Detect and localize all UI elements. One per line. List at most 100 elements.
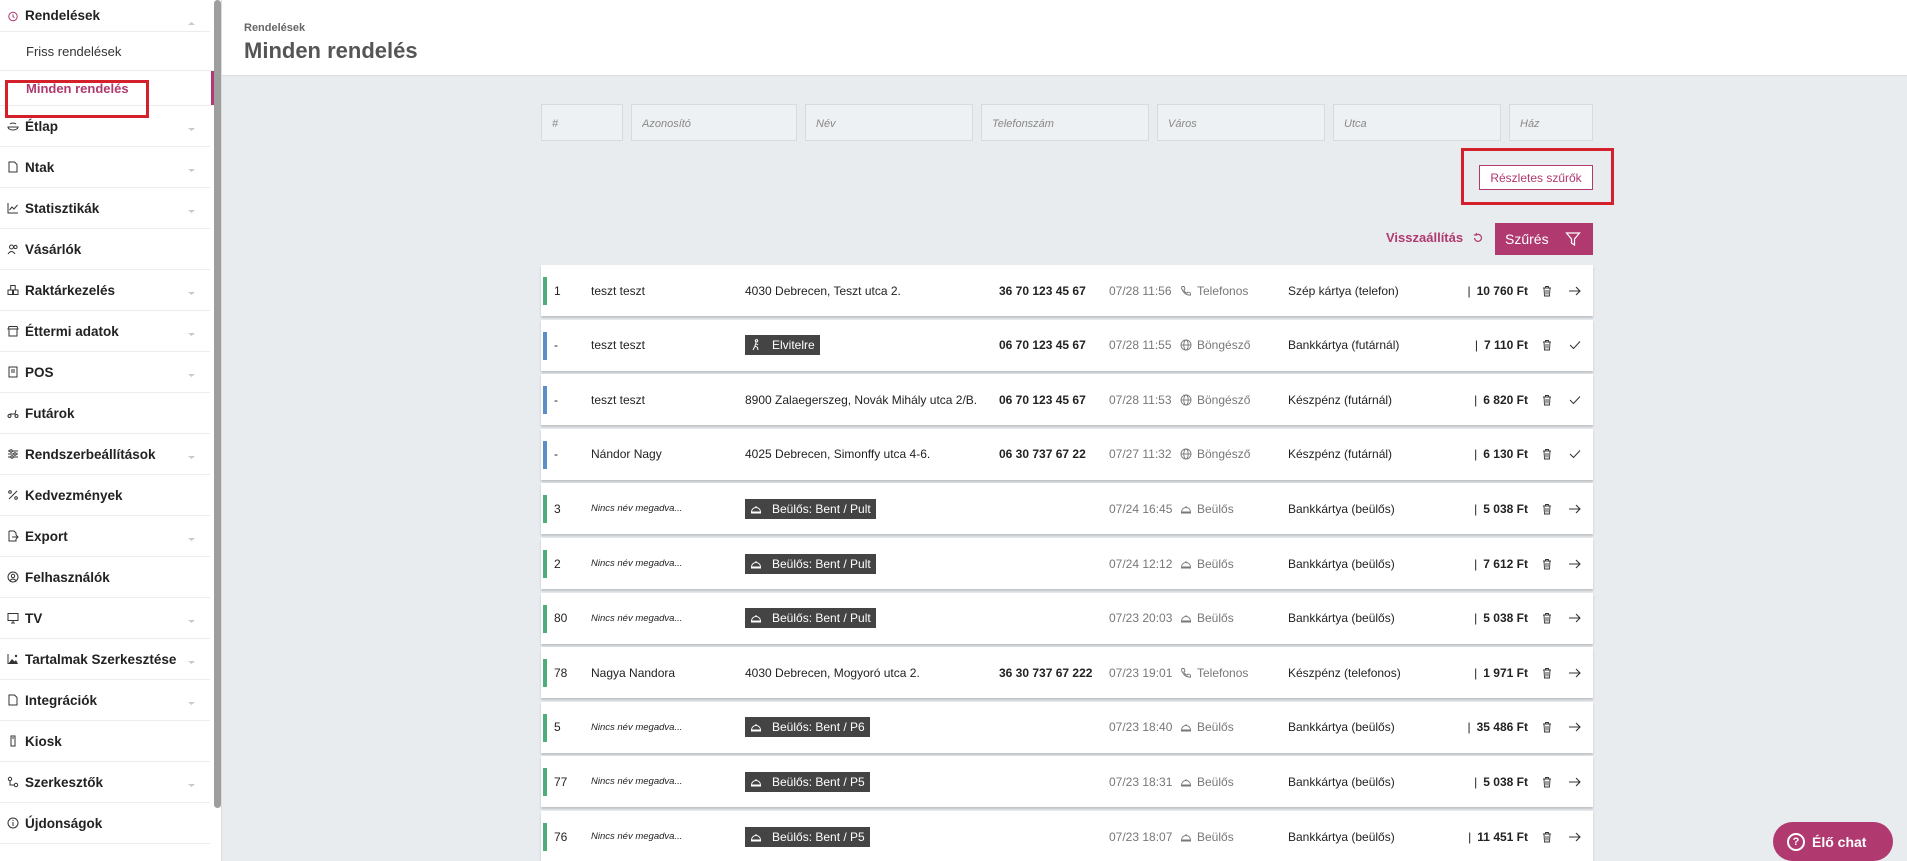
trash-icon[interactable] [1541,756,1553,807]
live-chat-button[interactable]: ? Élő chat [1773,822,1893,861]
order-row[interactable]: 78 Nagya Nandora 4030 Debrecen, Mogyoró ut… [541,647,1593,699]
cloche-icon [1180,558,1192,570]
trash-icon[interactable] [1541,811,1553,861]
order-row[interactable]: - Nándor Nagy 4025 Debrecen, Simonffy utca… [541,428,1593,480]
trash-icon[interactable] [1541,538,1553,589]
filter-input[interactable] [642,118,796,130]
order-price: | 6 130 Ft [1474,429,1528,480]
filter-field-5[interactable] [1333,104,1501,141]
order-customer-name: teszt teszt [591,392,646,407]
arrow-right-icon[interactable] [1568,483,1582,534]
filter-field-2[interactable] [805,104,973,141]
arrow-right-icon[interactable] [1568,702,1582,753]
trash-icon[interactable] [1541,593,1553,644]
arrow-right-icon[interactable] [1568,538,1582,589]
trash-icon[interactable] [1541,647,1553,698]
chevron-down-icon [187,285,196,295]
sidebar-item-11[interactable]: Export [0,516,210,557]
sidebar-item-10[interactable]: Kedvezmények [0,475,210,516]
trash-icon[interactable] [1541,320,1553,371]
trash-icon[interactable] [1541,265,1553,316]
order-time: 07/27 11:32 [1109,447,1172,462]
sidebar-item-4[interactable]: Vásárlók [0,229,210,270]
check-icon[interactable] [1568,429,1582,480]
order-type-tag: Elvitelre [745,335,820,356]
sidebar-subitem-0[interactable]: Friss rendelések [0,32,214,71]
sidebar-item-7[interactable]: POS [0,352,210,393]
sidebar-item-16[interactable]: Kiosk [0,721,210,762]
trash-icon[interactable] [1541,483,1553,534]
sidebar-scrollbar[interactable] [214,0,221,808]
order-row[interactable]: - teszt teszt 8900 Zalaegerszeg, Novák Mih… [541,374,1593,426]
order-price: | 7 612 Ft [1474,538,1528,589]
order-row[interactable]: 1 teszt teszt 4030 Debrecen, Teszt utca 2.… [541,265,1593,316]
filter-input[interactable] [552,118,622,130]
order-row[interactable]: 76 Nincs név megadva... Beülős: Bent / P5 0… [541,811,1593,861]
sidebar-item-14[interactable]: Tartalmak Szerkesztése [0,639,210,680]
check-icon[interactable] [1568,320,1582,371]
check-icon[interactable] [1568,374,1582,425]
sidebar-item-13[interactable]: TV [0,598,210,639]
order-address: 4030 Debrecen, Teszt utca 2. [745,283,901,298]
cloche-icon [750,721,767,733]
image-icon [6,652,20,666]
sidebar-item-1[interactable]: Étlap [0,106,210,147]
order-row[interactable]: 80 Nincs név megadva... Beülős: Bent / Pul… [541,592,1593,644]
order-source-label: Böngésző [1197,392,1251,407]
order-number: - [554,338,558,353]
order-customer-name: Nincs név megadva... [591,721,683,733]
filter-field-6[interactable] [1509,104,1593,141]
arrow-right-icon[interactable] [1568,811,1582,861]
cloche-icon [750,776,767,788]
chevron-down-icon [187,695,196,705]
sidebar-item-label: Újdonságok [25,815,103,831]
export-icon [6,529,20,543]
order-row[interactable]: 5 Nincs név megadva... Beülős: Bent / P6 07… [541,701,1593,753]
filter-field-3[interactable] [981,104,1149,141]
arrow-right-icon[interactable] [1568,756,1582,807]
sidebar-item-8[interactable]: Futárok [0,393,210,434]
sidebar-item-3[interactable]: Statisztikák [0,188,210,229]
sidebar-item-0[interactable]: Rendelések [0,0,210,32]
arrow-right-icon[interactable] [1568,265,1582,316]
sidebar-item-6[interactable]: Éttermi adatok [0,311,210,352]
filter-field-4[interactable] [1157,104,1325,141]
order-payment: Bankkártya (futárnál) [1288,338,1400,353]
trash-icon[interactable] [1541,702,1553,753]
sidebar-subitem-1[interactable]: Minden rendelés [0,71,214,106]
filter-input[interactable] [1520,118,1592,130]
trash-icon[interactable] [1541,429,1553,480]
order-price-value: 5 038 Ft [1483,501,1528,516]
filter-input[interactable] [1344,118,1500,130]
detailed-filters-button[interactable]: Részletes szűrők [1479,165,1593,190]
order-type-tag-label: Beülős: Bent / P5 [772,829,865,844]
filter-field-0[interactable] [541,104,623,141]
filter-input[interactable] [992,118,1148,130]
order-payment: Bankkártya (beülős) [1288,774,1395,789]
order-row[interactable]: 3 Nincs név megadva... Beülős: Bent / Pult… [541,483,1593,535]
sidebar-item-label: Statisztikák [25,200,100,216]
order-row[interactable]: 77 Nincs név megadva... Beülős: Bent / P5 0… [541,756,1593,808]
order-source: Böngésző [1180,429,1250,480]
filter-field-1[interactable] [631,104,797,141]
sidebar-item-2[interactable]: Ntak [0,147,210,188]
order-source: Beülős [1180,702,1234,753]
arrow-right-icon[interactable] [1568,647,1582,698]
reset-link[interactable]: Visszaállítás [1386,230,1484,245]
sidebar-item-12[interactable]: Felhasználók [0,557,210,598]
sidebar-item-5[interactable]: Raktárkezelés [0,270,210,311]
order-time: 07/24 12:12 [1109,556,1173,571]
separator: | [1468,829,1472,844]
sidebar-item-17[interactable]: Szerkesztők [0,762,210,803]
sidebar-item-9[interactable]: Rendszerbeállítások [0,434,210,475]
order-number: 5 [554,720,561,735]
filter-input[interactable] [816,118,972,130]
arrow-right-icon[interactable] [1568,593,1582,644]
sidebar-item-18[interactable]: Újdonságok [0,803,210,844]
order-row[interactable]: - teszt teszt Elvitelre 06 70 123 45 67 07/2… [541,319,1593,371]
sidebar-item-15[interactable]: Integrációk [0,680,210,721]
filter-input[interactable] [1168,118,1324,130]
filter-button[interactable]: Szűrés [1495,223,1593,255]
order-row[interactable]: 2 Nincs név megadva... Beülős: Bent / Pult… [541,538,1593,589]
trash-icon[interactable] [1541,374,1553,425]
